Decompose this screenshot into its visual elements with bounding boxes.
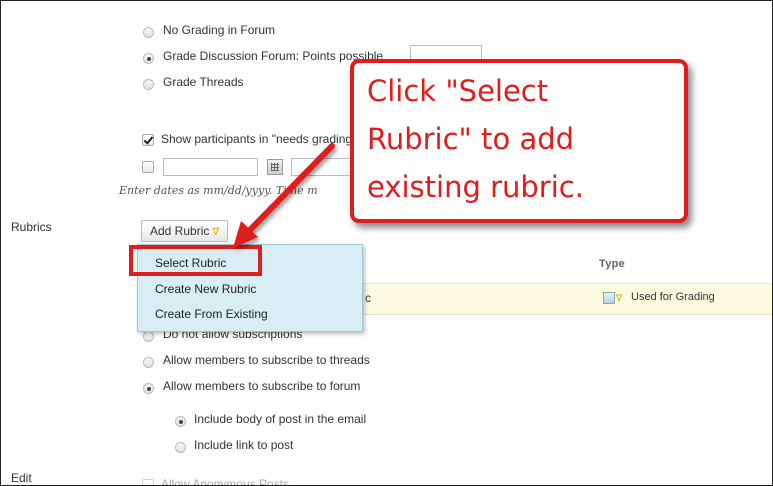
arrow-icon	[233, 143, 335, 248]
page-frame: No Grading in Forum Grade Discussion For…	[0, 0, 773, 486]
callout-line-3: existing rubric.	[367, 170, 584, 204]
callout-line-1: Click "Select	[367, 74, 549, 108]
callout-line-2: Rubric" to add	[367, 122, 575, 156]
